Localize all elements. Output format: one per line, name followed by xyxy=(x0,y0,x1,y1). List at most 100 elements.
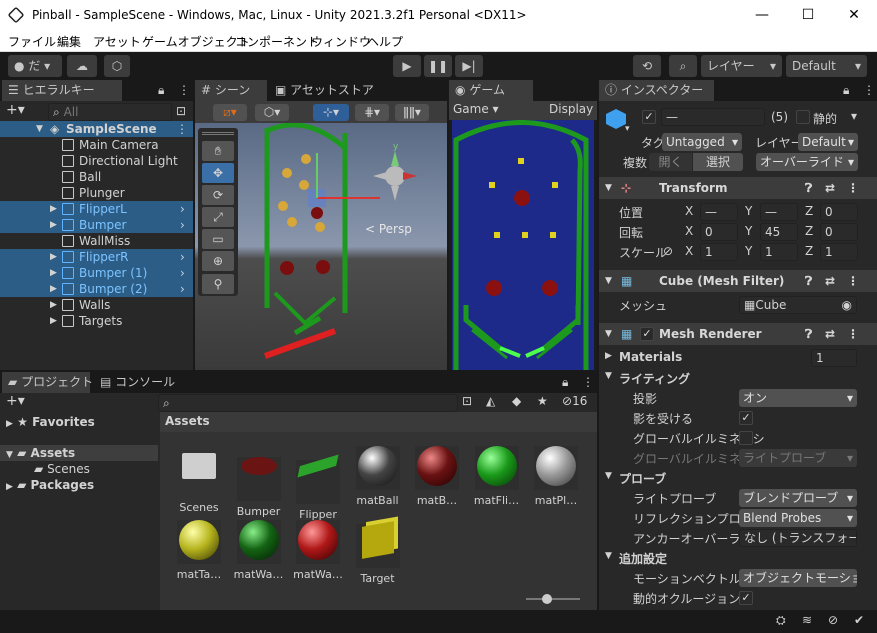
asset-item[interactable]: Bumper xyxy=(231,444,287,518)
open-prefab-button[interactable]: 開く xyxy=(649,153,692,171)
grid-button[interactable]: ǁǁ▾ xyxy=(395,104,429,121)
reflection-probes-dropdown[interactable]: Blend Probes ▾ xyxy=(739,509,857,527)
chevron-right-icon[interactable]: › xyxy=(180,217,185,233)
more-menu-icon[interactable]: ⋮ xyxy=(863,83,875,97)
tab-scene[interactable]: # シーン xyxy=(195,80,267,101)
hierarchy-item[interactable]: ▶ Bumper (2) › xyxy=(0,281,193,297)
lock-icon[interactable]: 🔒︎ xyxy=(562,375,568,390)
presets-icon[interactable]: ⇄ xyxy=(825,177,835,199)
icon-size-slider-thumb[interactable] xyxy=(542,594,552,604)
transform-rot-y-field[interactable]: 45 xyxy=(760,223,798,241)
debug-off-icon[interactable]: ⊘ xyxy=(828,613,838,627)
cloud-button[interactable]: ☁ xyxy=(67,55,97,77)
expand-arrow-icon[interactable]: ▶ xyxy=(605,351,612,361)
static-checkbox[interactable] xyxy=(796,110,810,124)
transform-scale-x-field[interactable]: 1 xyxy=(700,243,738,261)
presets-icon[interactable]: ⇄ xyxy=(825,270,835,292)
hierarchy-item[interactable]: ▶ Bumper › xyxy=(0,217,193,233)
scene-row[interactable]: ▼ ◈ SampleScene ⋮ xyxy=(0,121,193,137)
draw-mode-button[interactable]: ⧄▾ xyxy=(213,104,247,121)
asset-item[interactable]: Flipper xyxy=(290,444,346,521)
expand-arrow-icon[interactable]: ▼ xyxy=(605,371,612,381)
mesh-field[interactable]: ▦Cube ◉ xyxy=(739,296,857,314)
custom-tool-icon[interactable]: ⚲ xyxy=(202,274,234,294)
more-menu-icon[interactable]: ⋮ xyxy=(176,121,188,137)
anchor-override-field[interactable]: なし (トランスフォーム xyxy=(739,529,857,547)
search-button[interactable]: ⌕ xyxy=(669,55,697,77)
account-dropdown[interactable]: ● だ ▾ xyxy=(8,55,62,77)
tree-item-scenes[interactable]: ▰ Scenes xyxy=(0,461,158,477)
expand-arrow-icon[interactable]: ▼ xyxy=(605,471,612,481)
expand-arrow-icon[interactable]: ▶ xyxy=(50,265,57,281)
play-button[interactable]: ▶ xyxy=(393,55,421,77)
tree-item-assets[interactable]: ▼ ▰ Assets xyxy=(0,445,158,461)
tab-asset-store[interactable]: ▣ アセットストア xyxy=(269,80,447,101)
meshrenderer-header[interactable]: ▼ ▦ ✓ Mesh Renderer ❓︎ ⇄ ⋮ xyxy=(599,323,877,345)
menu-gameobject[interactable]: ゲームオブジェクト xyxy=(142,33,250,50)
transform-pos-z-field[interactable]: 0 xyxy=(820,203,858,221)
filter-by-type-icon[interactable]: ◭ xyxy=(486,394,495,408)
transform-tool-icon[interactable]: ⊕ xyxy=(202,251,234,271)
menu-help[interactable]: ヘルプ xyxy=(367,33,403,50)
more-menu-icon[interactable]: ⋮ xyxy=(847,323,859,345)
tree-item-packages[interactable]: ▶ ▰ Packages xyxy=(0,477,158,493)
layer-dropdown[interactable]: Default ▾ xyxy=(798,133,858,151)
asset-item[interactable]: matPl… xyxy=(528,444,584,507)
search-options-icon[interactable]: ⊡ xyxy=(176,104,186,118)
chevron-right-icon[interactable]: › xyxy=(180,281,185,297)
motion-vectors-dropdown[interactable]: オブジェクトモーション xyxy=(739,569,857,587)
hierarchy-item[interactable]: Ball xyxy=(0,169,193,185)
more-menu-icon[interactable]: ⋮ xyxy=(582,375,594,389)
favorite-star-icon[interactable]: ★ xyxy=(537,394,548,408)
transform-scale-y-field[interactable]: 1 xyxy=(760,243,798,261)
more-menu-icon[interactable]: ⋮ xyxy=(178,83,190,97)
close-button[interactable]: ✕ xyxy=(831,0,877,31)
additional-settings-foldout[interactable]: 追加設定 xyxy=(619,550,667,567)
asset-item[interactable]: matWa… xyxy=(231,518,287,581)
more-menu-icon[interactable]: ⋮ xyxy=(847,177,859,199)
move-tool-icon[interactable]: ✥ xyxy=(202,163,234,183)
asset-item[interactable]: matB… xyxy=(409,444,465,507)
asset-item[interactable]: Target xyxy=(350,518,406,585)
filter-by-label-icon[interactable]: ◆ xyxy=(512,394,521,408)
chevron-right-icon[interactable]: › xyxy=(180,201,185,217)
expand-arrow-icon[interactable]: ▼ xyxy=(605,551,612,561)
asset-item[interactable]: matFli… xyxy=(469,444,525,507)
expand-arrow-icon[interactable]: ▶ xyxy=(50,297,57,313)
transform-scale-z-field[interactable]: 1 xyxy=(820,243,858,261)
game-view-dropdown[interactable]: Game ▾ xyxy=(453,102,499,116)
icon-size-slider[interactable] xyxy=(526,598,580,600)
materials-foldout[interactable]: Materials xyxy=(619,350,682,364)
asset-item[interactable]: matWa… xyxy=(290,518,346,581)
maximize-button[interactable]: ☐ xyxy=(785,0,831,31)
help-icon[interactable]: ❓︎ xyxy=(805,323,812,345)
expand-arrow-icon[interactable]: ▶ xyxy=(50,281,57,297)
layers-dropdown[interactable]: レイヤー ▾ xyxy=(701,55,782,77)
layout-dropdown[interactable]: Default ▾ xyxy=(786,55,867,77)
display-dropdown[interactable]: Display xyxy=(549,102,593,116)
chevron-right-icon[interactable]: › xyxy=(180,265,185,281)
step-button[interactable]: ▶| xyxy=(455,55,483,77)
menu-component[interactable]: コンポーネント xyxy=(235,33,319,50)
hierarchy-item[interactable]: Main Camera xyxy=(0,137,193,153)
chevron-down-icon[interactable]: ▾ xyxy=(625,124,630,134)
gizmo-toggle[interactable]: ⊹▾ xyxy=(313,104,349,121)
tag-dropdown[interactable]: Untagged ▾ xyxy=(662,133,742,151)
hidden-packages-toggle[interactable]: ⊘16 xyxy=(562,394,587,408)
history-button[interactable]: ⟲ xyxy=(633,55,661,77)
rotate-tool-icon[interactable]: ⟳ xyxy=(202,185,234,205)
help-icon[interactable]: ❓︎ xyxy=(805,177,812,199)
pause-button[interactable]: ❚❚ xyxy=(424,55,452,77)
hierarchy-item[interactable]: ▶ Targets xyxy=(0,313,193,329)
hierarchy-search-input[interactable]: ⌕ All xyxy=(48,103,172,121)
active-checkbox[interactable]: ✓ xyxy=(642,110,656,124)
minimize-button[interactable]: — xyxy=(739,0,785,31)
hierarchy-item[interactable]: Directional Light xyxy=(0,153,193,169)
tab-inspector[interactable]: ⓘ インスペクター xyxy=(599,80,714,101)
hierarchy-item[interactable]: ▶ FlipperL › xyxy=(0,201,193,217)
transform-pos-y-field[interactable]: — xyxy=(760,203,798,221)
materials-count-field[interactable]: 1 xyxy=(811,349,857,367)
check-circle-icon[interactable]: ✔ xyxy=(854,613,864,627)
persp-label[interactable]: < Persp xyxy=(365,222,412,236)
breadcrumb-assets[interactable]: Assets xyxy=(165,414,210,428)
